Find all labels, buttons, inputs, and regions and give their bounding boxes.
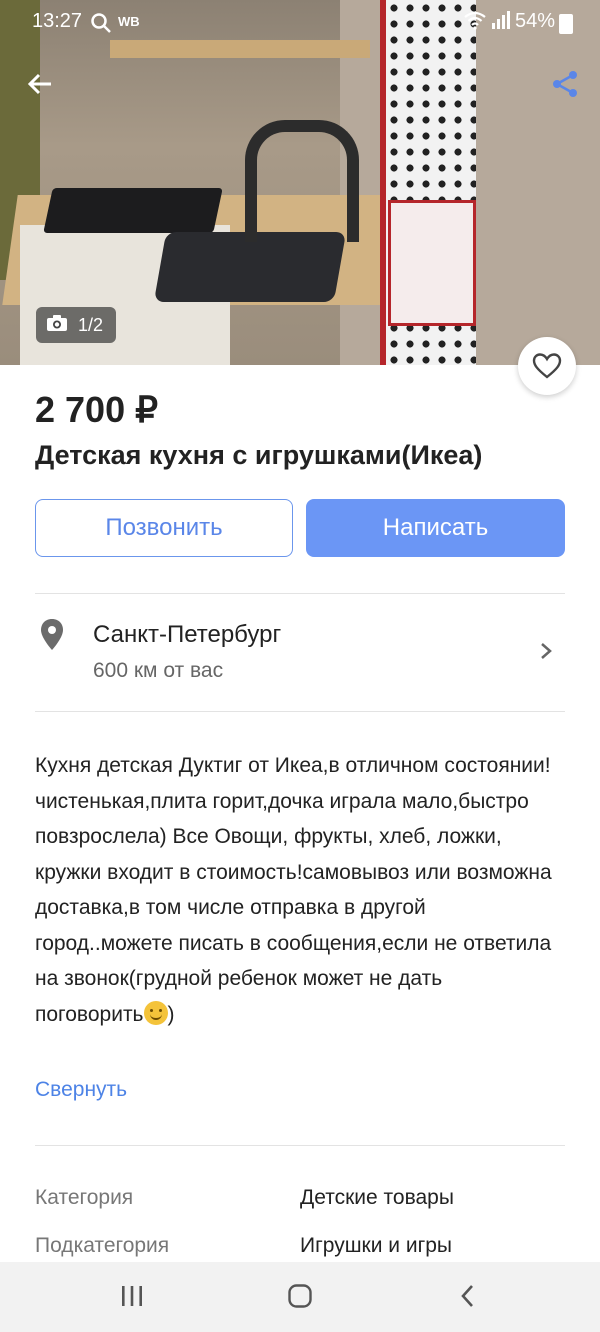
favorite-button[interactable]: [518, 337, 576, 395]
battery-percent: 54%: [515, 10, 556, 32]
home-icon: [288, 1284, 312, 1308]
photo-apron-pocket: [388, 200, 476, 326]
photo-counter-text: 1/2: [78, 314, 104, 335]
status-bar: 13:27 WB 54%: [0, 0, 600, 44]
param-value-subcategory: Игрушки и игры: [300, 1234, 453, 1257]
share-button[interactable]: [545, 64, 585, 104]
photo-stove: [43, 188, 223, 233]
arrow-left-icon: [27, 73, 51, 95]
listing-description: Кухня детская Дуктиг от Икеа,в отличном …: [35, 748, 555, 1032]
wifi-icon: [463, 10, 487, 36]
smiley-icon: [143, 1000, 168, 1025]
recent-apps-button[interactable]: [110, 1274, 154, 1318]
divider: [35, 1145, 565, 1146]
location-pin-icon: [38, 617, 66, 658]
param-label-category: Категория: [35, 1186, 134, 1209]
listing-price: 2 700 ₽: [35, 389, 158, 430]
description-text-end: ): [167, 1002, 175, 1026]
photo-faucet: [245, 120, 359, 242]
back-button[interactable]: [20, 64, 60, 104]
location-distance: 600 км от вас: [93, 659, 224, 682]
battery-icon: [559, 14, 573, 34]
photo-counter-badge: 1/2: [36, 307, 116, 343]
recent-apps-icon: [122, 1286, 142, 1306]
listing-title: Детская кухня с игрушками(Икеа): [35, 440, 483, 470]
heart-icon: [532, 353, 562, 379]
search-icon: [90, 12, 112, 40]
chevron-right-icon: [538, 641, 554, 666]
divider: [35, 593, 565, 594]
camera-icon: [46, 314, 68, 337]
system-navigation-bar: [0, 1262, 600, 1332]
system-back-button[interactable]: [446, 1274, 490, 1318]
share-icon: [553, 71, 577, 97]
home-button[interactable]: [278, 1274, 322, 1318]
param-label-subcategory: Подкатегория: [35, 1234, 170, 1257]
location-row[interactable]: Санкт-Петербург 600 км от вас: [0, 595, 600, 711]
signal-icon: [490, 10, 510, 36]
write-button[interactable]: Написать: [306, 499, 565, 557]
call-button[interactable]: Позвонить: [35, 499, 293, 557]
status-time: 13:27: [32, 10, 83, 32]
chevron-left-icon: [461, 1285, 473, 1307]
location-city: Санкт-Петербург: [93, 621, 282, 648]
collapse-link[interactable]: Свернуть: [35, 1078, 127, 1102]
param-value-category: Детские товары: [300, 1186, 454, 1209]
carrier-tag: WB: [118, 14, 140, 29]
description-text: Кухня детская Дуктиг от Икеа,в отличном …: [35, 754, 552, 1026]
photo-sink: [153, 232, 347, 302]
divider: [35, 711, 565, 712]
